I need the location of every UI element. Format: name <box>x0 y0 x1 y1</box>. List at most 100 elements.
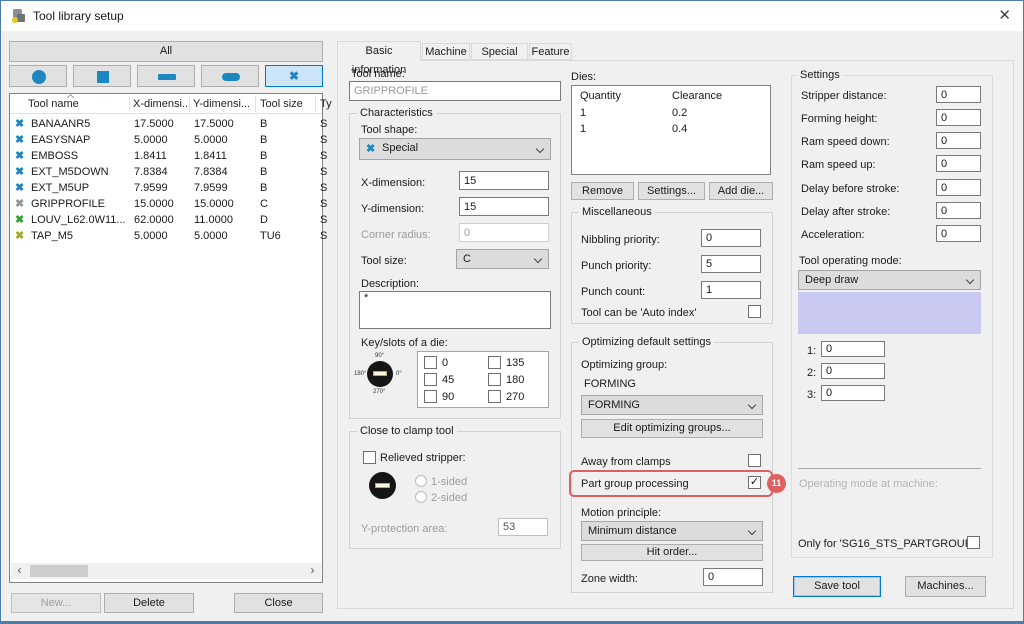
tool-name-field[interactable] <box>349 81 561 101</box>
new-button[interactable]: New... <box>11 593 101 613</box>
punch-count-field[interactable] <box>701 281 761 299</box>
auto-index-checkbox[interactable] <box>748 305 761 318</box>
hit-order-button[interactable]: Hit order... <box>581 544 763 561</box>
param-2-field[interactable] <box>821 363 885 379</box>
tool-size-select[interactable]: C <box>456 249 549 269</box>
corner-radius-field[interactable] <box>459 223 549 242</box>
table-row[interactable]: ✖ EASYSNAP5.00005.0000BSpecial <box>10 132 322 148</box>
ram-speed-down-field[interactable] <box>936 132 981 149</box>
stripper-die-icon <box>369 472 396 499</box>
column-header-type[interactable]: Ty <box>320 98 332 110</box>
close-icon[interactable]: ✕ <box>998 6 1011 24</box>
delete-button[interactable]: Delete <box>104 593 194 613</box>
table-row[interactable]: ✖ TAP_M55.00005.0000TU6Special <box>10 228 322 244</box>
forming-height-field[interactable] <box>936 109 981 126</box>
key-slot-90-checkbox[interactable] <box>424 390 437 403</box>
filter-obround-button[interactable] <box>201 65 259 87</box>
scrollbar-thumb[interactable] <box>30 565 88 577</box>
close-to-clamp-title: Close to clamp tool <box>357 425 457 437</box>
key-slot-270-checkbox[interactable] <box>488 390 501 403</box>
filter-all-button[interactable]: All <box>9 41 323 62</box>
key-slot-0-checkbox[interactable] <box>424 356 437 369</box>
x-dimension-field[interactable] <box>459 171 549 190</box>
operating-mode-preview-box <box>798 292 981 334</box>
table-row-selected[interactable]: ✖ GRIPPROFILE15.000015.0000CSpecial <box>10 196 322 212</box>
param-1-field[interactable] <box>821 341 885 357</box>
tab-machine[interactable]: Machine <box>422 43 470 60</box>
nibbling-priority-field[interactable] <box>701 229 761 247</box>
key-slots-label: Key/slots of a die: <box>361 337 448 349</box>
stripper-distance-field[interactable] <box>936 86 981 103</box>
table-row[interactable]: ✖ EXT_M5DOWN7.83847.8384BSpecial <box>10 164 322 180</box>
scroll-right-icon[interactable]: › <box>304 563 321 579</box>
obround-icon <box>222 73 240 81</box>
table-row[interactable]: ✖ EMBOSS1.84111.8411BSpecial <box>10 148 322 164</box>
away-from-clamps-checkbox[interactable] <box>748 454 761 467</box>
y-dimension-field[interactable] <box>459 197 549 216</box>
delay-after-stroke-field[interactable] <box>936 202 981 219</box>
optimizing-title: Optimizing default settings <box>579 336 714 348</box>
tab-special-tool[interactable]: Special tool <box>471 43 528 60</box>
y-protection-field[interactable] <box>498 518 548 536</box>
key-slot-135-checkbox[interactable] <box>488 356 501 369</box>
remove-die-button[interactable]: Remove <box>571 182 634 200</box>
param-3-label: 3: <box>807 389 816 401</box>
optimizing-group-current: FORMING <box>584 378 636 390</box>
die-row-quantity: 1 <box>580 107 586 119</box>
filter-square-button[interactable] <box>73 65 131 87</box>
filter-special-button[interactable]: ✖ <box>265 65 323 87</box>
only-for-partgroup-checkbox[interactable] <box>967 536 980 549</box>
key-slot-180-checkbox[interactable] <box>488 373 501 386</box>
filter-rectangle-button[interactable] <box>137 65 195 87</box>
motion-principle-select[interactable]: Minimum distance <box>581 521 763 541</box>
one-sided-radio[interactable] <box>415 475 427 487</box>
edit-optimizing-groups-button[interactable]: Edit optimizing groups... <box>581 419 763 438</box>
tool-operating-mode-select[interactable]: Deep draw <box>798 270 981 290</box>
zone-width-field[interactable] <box>703 568 763 586</box>
description-field[interactable]: * <box>359 291 551 329</box>
key-slot-45-checkbox[interactable] <box>424 373 437 386</box>
optimizing-group-value: FORMING <box>588 399 640 411</box>
die-settings-button[interactable]: Settings... <box>638 182 705 200</box>
optimizing-group-select[interactable]: FORMING <box>581 395 763 415</box>
table-row[interactable]: ✖ BANAANR517.500017.5000BSpecial <box>10 116 322 132</box>
scroll-left-icon[interactable]: ‹ <box>11 563 28 579</box>
die-angle-top: 90° <box>375 353 384 359</box>
tool-shape-special-icon: ✖ <box>15 133 24 146</box>
column-header-tool-name[interactable]: Tool name <box>28 98 79 110</box>
column-header-x-dimension[interactable]: X-dimensi... <box>133 98 191 110</box>
die-angle-bottom: 270° <box>373 389 385 395</box>
tool-shape-label: Tool shape: <box>361 124 417 136</box>
tab-basic-information[interactable]: Basic information <box>337 41 421 61</box>
dies-column-clearance[interactable]: Clearance <box>672 90 722 102</box>
tool-list-header[interactable]: Tool name X-dimensi... Y-dimensi... Tool… <box>10 94 322 114</box>
punch-priority-field[interactable] <box>701 255 761 273</box>
param-3-field[interactable] <box>821 385 885 401</box>
save-tool-button[interactable]: Save tool <box>793 576 881 597</box>
acceleration-field[interactable] <box>936 225 981 242</box>
tool-shape-select[interactable]: ✖ Special <box>359 138 551 160</box>
add-die-button[interactable]: Add die... <box>709 182 773 200</box>
delay-after-stroke-label: Delay after stroke: <box>801 206 890 218</box>
ram-speed-up-field[interactable] <box>936 155 981 172</box>
horizontal-scrollbar[interactable]: ‹ › <box>11 563 321 579</box>
key-slot-180-label: 180 <box>506 374 524 386</box>
relieved-stripper-checkbox[interactable] <box>363 451 376 464</box>
app-icon <box>11 8 27 24</box>
dies-table[interactable]: Quantity Clearance 1 0.2 1 0.4 <box>571 85 771 175</box>
table-row[interactable]: ✖ EXT_M5UP7.95997.9599BSpecial <box>10 180 322 196</box>
key-slot-90-label: 90 <box>442 391 454 403</box>
column-header-y-dimension[interactable]: Y-dimensi... <box>193 98 250 110</box>
two-sided-radio[interactable] <box>415 491 427 503</box>
tab-feature[interactable]: Feature <box>529 43 572 60</box>
table-row[interactable]: ✖ LOUV_L62.0W11...62.000011.0000DSpecial <box>10 212 322 228</box>
die-key-icon <box>367 361 393 387</box>
delay-before-stroke-field[interactable] <box>936 179 981 196</box>
dies-column-quantity[interactable]: Quantity <box>580 90 621 102</box>
tool-operating-mode-value: Deep draw <box>805 274 858 286</box>
filter-circle-button[interactable] <box>9 65 67 87</box>
acceleration-label: Acceleration: <box>801 229 865 241</box>
machines-button[interactable]: Machines... <box>905 576 986 597</box>
close-button[interactable]: Close <box>234 593 323 613</box>
column-header-tool-size[interactable]: Tool size <box>260 98 303 110</box>
